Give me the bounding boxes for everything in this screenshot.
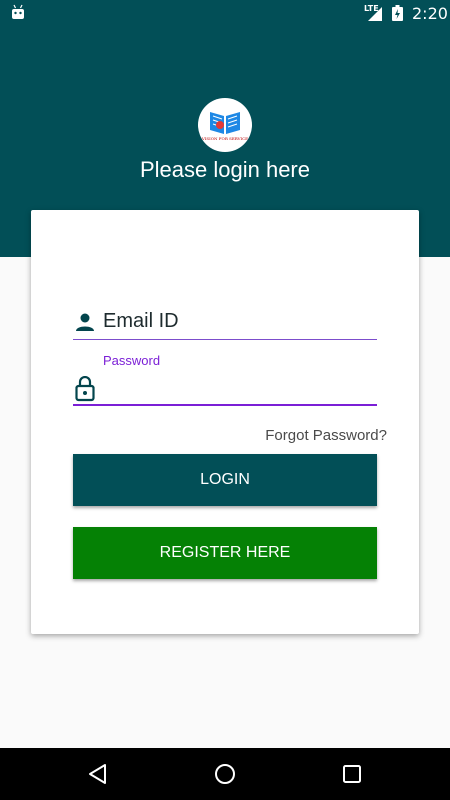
navigation-bar bbox=[0, 748, 450, 800]
person-icon bbox=[76, 313, 94, 331]
email-field[interactable]: Email ID bbox=[73, 306, 377, 340]
logo-caption: VISION FOR SERVICE bbox=[201, 136, 249, 141]
battery-charging-icon bbox=[392, 5, 403, 21]
password-label: Password bbox=[103, 353, 161, 368]
status-time: 2:20 bbox=[412, 4, 448, 23]
register-button[interactable]: REGISTER HERE bbox=[73, 527, 377, 579]
book-logo-icon bbox=[210, 112, 240, 134]
home-icon[interactable] bbox=[214, 763, 236, 785]
forgot-password-link[interactable]: Forgot Password? bbox=[265, 427, 387, 444]
app-logo: VISION FOR SERVICE bbox=[198, 98, 252, 152]
email-input[interactable]: Email ID bbox=[103, 310, 179, 333]
back-icon[interactable] bbox=[87, 763, 109, 785]
lock-icon bbox=[75, 376, 95, 402]
login-card: Email ID Password Forgot Password? LOGIN… bbox=[31, 210, 419, 634]
page-title: Please login here bbox=[139, 157, 310, 182]
signal-icon bbox=[368, 7, 382, 21]
password-field[interactable] bbox=[73, 372, 377, 406]
status-bar: LTE 2:20 bbox=[0, 0, 450, 25]
login-button[interactable]: LOGIN bbox=[73, 454, 377, 506]
android-icon bbox=[12, 4, 24, 19]
recents-icon[interactable] bbox=[341, 763, 363, 785]
